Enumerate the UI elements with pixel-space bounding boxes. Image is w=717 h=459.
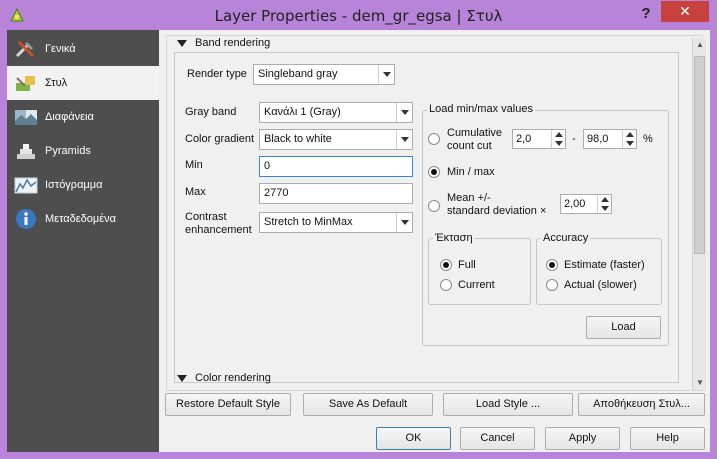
help-button[interactable]: Help	[630, 427, 705, 450]
sidebar-item-label: Στυλ	[45, 77, 68, 89]
collapse-triangle-icon	[177, 39, 187, 47]
render-type-combo[interactable]: Singleband gray	[253, 64, 395, 85]
help-title-button[interactable]: ?	[636, 4, 656, 24]
apply-button[interactable]: Apply	[545, 427, 620, 450]
cancel-button[interactable]: Cancel	[460, 427, 535, 450]
transparency-icon	[15, 110, 37, 125]
cumulative-label: Cumulative	[447, 127, 503, 139]
mean-label-2: standard deviation ×	[447, 205, 547, 217]
sidebar-item-label: Pyramids	[45, 145, 91, 157]
sidebar: Γενικά Στυλ Διαφάνεια Pyramids Ιστόγραμμ…	[7, 30, 159, 452]
contrast-enhancement-combo[interactable]: Stretch to MinMax	[259, 212, 413, 233]
cumulative-label-2: count cut	[447, 140, 492, 152]
ok-button[interactable]: OK	[376, 427, 451, 450]
spin-arrows-icon[interactable]	[597, 195, 611, 213]
window-title: Layer Properties - dem_gr_egsa | Στυλ	[214, 7, 503, 25]
histogram-icon	[14, 177, 38, 194]
vertical-scrollbar[interactable]: ▲ ▼	[692, 38, 706, 390]
load-button[interactable]: Load	[586, 316, 661, 339]
contrast-label: Contrast	[185, 211, 227, 223]
spin-arrows-icon[interactable]	[622, 130, 636, 148]
sidebar-item-label: Γενικά	[45, 43, 76, 55]
save-style-button[interactable]: Αποθήκευση Στυλ...	[578, 393, 705, 416]
sidebar-item-style[interactable]: Στυλ	[7, 66, 159, 100]
chevron-down-icon	[378, 65, 394, 84]
mean-label: Mean +/-	[447, 192, 491, 204]
accuracy-estimate-radio[interactable]	[546, 259, 558, 271]
sidebar-item-transparency[interactable]: Διαφάνεια	[7, 100, 159, 134]
range-dash: -	[572, 133, 576, 145]
min-label: Min	[185, 159, 203, 171]
close-button[interactable]: ✕	[661, 1, 709, 22]
minmax-radio[interactable]	[428, 166, 440, 178]
extent-current-radio[interactable]	[440, 279, 452, 291]
render-type-label: Render type	[187, 68, 247, 80]
extent-current-label: Current	[458, 279, 495, 291]
extent-full-label: Full	[458, 259, 476, 271]
chevron-down-icon	[396, 130, 412, 149]
mean-stddev-radio[interactable]	[428, 200, 440, 212]
restore-default-style-button[interactable]: Restore Default Style	[165, 393, 291, 416]
dialog-client: Γενικά Στυλ Διαφάνεια Pyramids Ιστόγραμμ…	[7, 30, 710, 452]
cumulative-radio[interactable]	[428, 133, 440, 145]
sidebar-item-histogram[interactable]: Ιστόγραμμα	[7, 168, 159, 202]
chevron-down-icon	[396, 213, 412, 232]
color-gradient-label: Color gradient	[185, 133, 255, 145]
mean-stddev-spin[interactable]: 2,00	[560, 194, 612, 214]
sidebar-item-label: Ιστόγραμμα	[45, 179, 103, 191]
accuracy-title: Accuracy	[541, 232, 591, 244]
max-input[interactable]: 2770	[259, 183, 413, 204]
spin-arrows-icon[interactable]	[551, 130, 565, 148]
min-input[interactable]: 0	[259, 156, 413, 177]
extent-title: Έκταση	[433, 232, 475, 244]
scrollbar-thumb[interactable]	[694, 56, 705, 254]
max-label: Max	[185, 186, 206, 198]
info-icon	[16, 209, 36, 229]
chevron-down-icon	[396, 103, 412, 122]
sidebar-item-metadata[interactable]: Μεταδεδομένα	[7, 202, 159, 236]
extent-group	[428, 238, 531, 305]
sidebar-item-general[interactable]: Γενικά	[7, 32, 159, 66]
minmax-label: Min / max	[447, 166, 495, 178]
percent-label: %	[643, 133, 653, 145]
layer-properties-window: Layer Properties - dem_gr_egsa | Στυλ ? …	[0, 0, 717, 459]
extent-full-radio[interactable]	[440, 259, 452, 271]
scroll-down-icon[interactable]: ▼	[693, 376, 707, 390]
save-as-default-button[interactable]: Save As Default	[303, 393, 433, 416]
sidebar-item-label: Μεταδεδομένα	[45, 213, 116, 225]
accuracy-estimate-label: Estimate (faster)	[564, 259, 645, 271]
collapse-triangle-icon	[177, 374, 187, 382]
style-icon	[16, 76, 35, 91]
load-minmax-title: Load min/max values	[427, 103, 535, 115]
cumulative-high-spin[interactable]: 98,0	[583, 129, 637, 149]
contrast-label-2: enhancement	[185, 224, 252, 236]
band-rendering-header[interactable]: Band rendering	[177, 37, 270, 49]
gray-band-combo[interactable]: Κανάλι 1 (Gray)	[259, 102, 413, 123]
color-rendering-header[interactable]: Color rendering	[177, 372, 271, 384]
pyramids-icon	[17, 144, 35, 159]
color-gradient-combo[interactable]: Black to white	[259, 129, 413, 150]
load-style-button[interactable]: Load Style ...	[443, 393, 573, 416]
accuracy-actual-label: Actual (slower)	[564, 279, 637, 291]
sidebar-item-pyramids[interactable]: Pyramids	[7, 134, 159, 168]
scroll-up-icon[interactable]: ▲	[693, 38, 707, 52]
cumulative-low-spin[interactable]: 2,0	[512, 129, 566, 149]
sidebar-item-label: Διαφάνεια	[45, 111, 94, 123]
gray-band-label: Gray band	[185, 106, 237, 118]
title-bar[interactable]: Layer Properties - dem_gr_egsa | Στυλ ? …	[0, 0, 717, 30]
accuracy-actual-radio[interactable]	[546, 279, 558, 291]
tools-icon	[15, 40, 35, 58]
